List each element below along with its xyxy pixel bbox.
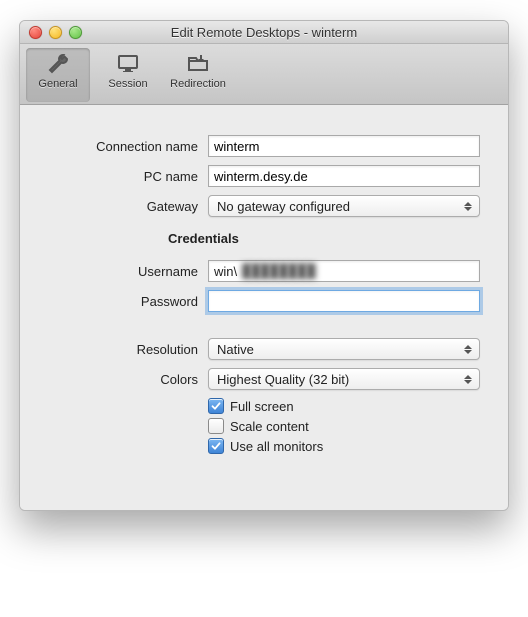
wrench-icon <box>44 52 72 76</box>
colors-label: Colors <box>48 372 208 387</box>
full-screen-label: Full screen <box>230 399 294 414</box>
tab-session[interactable]: Session <box>96 48 160 102</box>
tab-redirection[interactable]: Redirection <box>166 48 230 102</box>
window: Edit Remote Desktops - winterm General S… <box>19 20 509 511</box>
tab-general-label: General <box>38 78 77 90</box>
window-title: Edit Remote Desktops - winterm <box>20 25 508 40</box>
gateway-label: Gateway <box>48 199 208 214</box>
resolution-label: Resolution <box>48 342 208 357</box>
resolution-value: Native <box>217 342 254 357</box>
folder-arrow-icon <box>184 52 212 76</box>
chevron-updown-icon <box>461 196 475 216</box>
content: Connection name PC name Gateway No gatew… <box>20 105 508 510</box>
password-input[interactable] <box>208 290 480 312</box>
password-label: Password <box>48 294 208 309</box>
pc-name-input[interactable] <box>208 165 480 187</box>
use-all-monitors-label: Use all monitors <box>230 439 323 454</box>
chevron-updown-icon <box>461 369 475 389</box>
monitor-icon <box>114 52 142 76</box>
username-hidden: ████████ <box>242 263 316 278</box>
pc-name-label: PC name <box>48 169 208 184</box>
minimize-icon[interactable] <box>49 26 62 39</box>
toolbar: General Session Redirection <box>20 44 508 105</box>
tab-session-label: Session <box>108 78 147 90</box>
resolution-select[interactable]: Native <box>208 338 480 360</box>
connection-name-label: Connection name <box>48 139 208 154</box>
close-icon[interactable] <box>29 26 42 39</box>
use-all-monitors-checkbox[interactable] <box>208 438 224 454</box>
scale-content-checkbox[interactable] <box>208 418 224 434</box>
chevron-updown-icon <box>461 339 475 359</box>
gateway-value: No gateway configured <box>217 199 350 214</box>
username-label: Username <box>48 264 208 279</box>
traffic-lights <box>20 26 82 39</box>
credentials-heading: Credentials <box>168 231 480 246</box>
colors-value: Highest Quality (32 bit) <box>217 372 349 387</box>
colors-select[interactable]: Highest Quality (32 bit) <box>208 368 480 390</box>
zoom-icon[interactable] <box>69 26 82 39</box>
tab-general[interactable]: General <box>26 48 90 102</box>
full-screen-checkbox[interactable] <box>208 398 224 414</box>
titlebar[interactable]: Edit Remote Desktops - winterm <box>20 21 508 44</box>
connection-name-input[interactable] <box>208 135 480 157</box>
scale-content-label: Scale content <box>230 419 309 434</box>
gateway-select[interactable]: No gateway configured <box>208 195 480 217</box>
tab-redirection-label: Redirection <box>170 78 226 90</box>
